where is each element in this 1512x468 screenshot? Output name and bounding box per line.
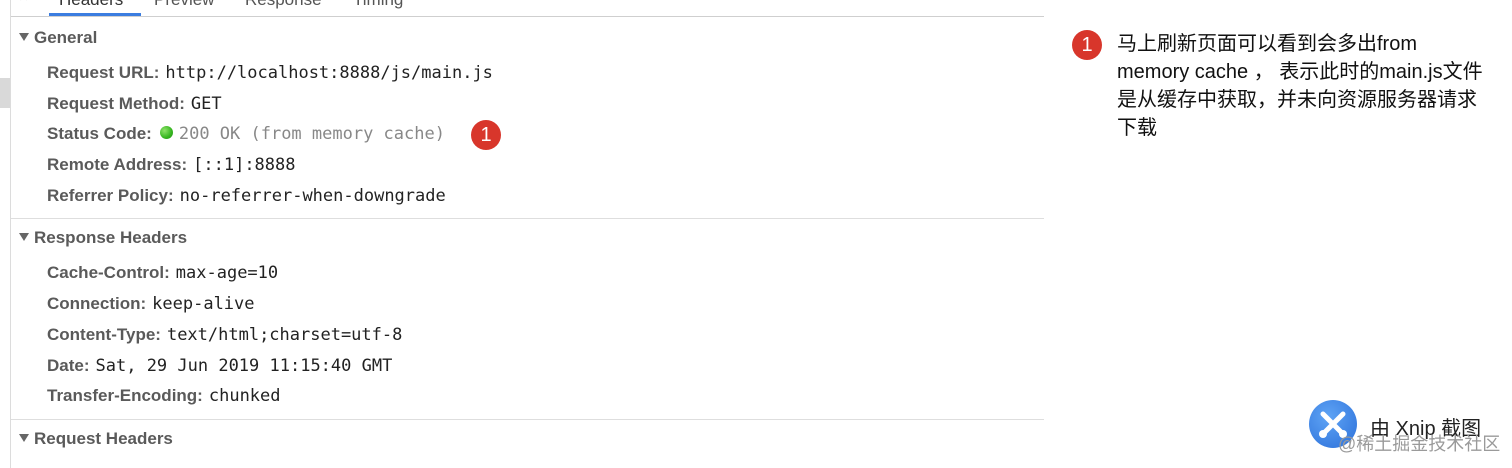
expand-triangle-icon	[19, 433, 29, 442]
header-row-remote-address: Remote Address: [::1]:8888	[47, 154, 296, 176]
header-key: Request Method:	[47, 94, 185, 113]
tab-preview[interactable]: Preview	[154, 0, 214, 10]
header-value: [::1]:8888	[193, 155, 296, 175]
header-key: Status Code:	[47, 124, 152, 143]
header-row-transfer-encoding: Transfer-Encoding: chunked	[47, 385, 281, 407]
section-title: General	[34, 28, 98, 47]
section-title: Request Headers	[34, 429, 173, 448]
section-title: Response Headers	[34, 228, 188, 247]
active-tab-indicator	[49, 13, 141, 16]
header-value: no-referrer-when-downgrade	[179, 186, 446, 206]
header-value: Sat, 29 Jun 2019 11:15:40 GMT	[95, 356, 393, 376]
header-row-referrer-policy: Referrer Policy: no-referrer-when-downgra…	[47, 185, 446, 207]
annotation-marker-1: 1	[471, 120, 501, 150]
header-key: Request URL:	[47, 63, 160, 82]
header-row-connection: Connection: keep-alive	[47, 293, 255, 315]
annotation-marker-1: 1	[1072, 30, 1102, 60]
close-icon[interactable]: ×	[19, 0, 28, 7]
tab-response[interactable]: Response	[245, 0, 322, 10]
header-row-date: Date: Sat, 29 Jun 2019 11:15:40 GMT	[47, 355, 392, 377]
header-key: Connection:	[47, 294, 147, 313]
header-row-request-method: Request Method: GET	[47, 93, 222, 115]
header-value: http://localhost:8888/js/main.js	[165, 63, 493, 83]
section-general-toggle[interactable]: General	[19, 28, 97, 48]
selected-request-row[interactable]	[0, 78, 10, 108]
header-value: chunked	[208, 386, 281, 406]
header-value: text/html;charset=utf-8	[166, 325, 403, 345]
header-key: Content-Type:	[47, 325, 161, 344]
section-divider	[11, 218, 1044, 219]
section-divider	[11, 419, 1044, 420]
expand-triangle-icon	[19, 32, 29, 41]
header-key: Transfer-Encoding:	[47, 386, 203, 405]
header-row-status-code: Status Code: 200 OK (from memory cache)	[47, 123, 445, 145]
header-key: Cache-Control:	[47, 263, 170, 282]
headers-panel: × Headers Preview Response Timing Genera…	[11, 0, 1044, 468]
tab-bar: × Headers Preview Response Timing	[11, 0, 1044, 17]
header-key: Referrer Policy:	[47, 186, 174, 205]
status-ok-icon	[159, 126, 173, 140]
header-value: GET	[190, 94, 222, 114]
network-list-edge	[0, 0, 11, 468]
header-row-request-url: Request URL: http://localhost:8888/js/mai…	[47, 62, 493, 84]
section-request-headers-toggle[interactable]: Request Headers	[19, 429, 173, 449]
tab-timing[interactable]: Timing	[353, 0, 403, 10]
expand-triangle-icon	[19, 232, 29, 241]
header-row-content-type: Content-Type: text/html;charset=utf-8	[47, 324, 402, 346]
header-value: keep-alive	[152, 294, 255, 314]
header-row-cache-control: Cache-Control: max-age=10	[47, 262, 278, 284]
header-key: Remote Address:	[47, 155, 188, 174]
juejin-watermark: @稀土掘金技术社区	[1338, 434, 1501, 454]
section-response-headers-toggle[interactable]: Response Headers	[19, 228, 187, 248]
header-value: 200 OK (from memory cache)	[178, 124, 445, 144]
header-value: max-age=10	[175, 263, 279, 283]
header-key: Date:	[47, 356, 90, 375]
tab-headers[interactable]: Headers	[59, 0, 123, 10]
annotation-note: 马上刷新页面可以看到会多出from memory cache ， 表示此时的ma…	[1117, 33, 1483, 139]
